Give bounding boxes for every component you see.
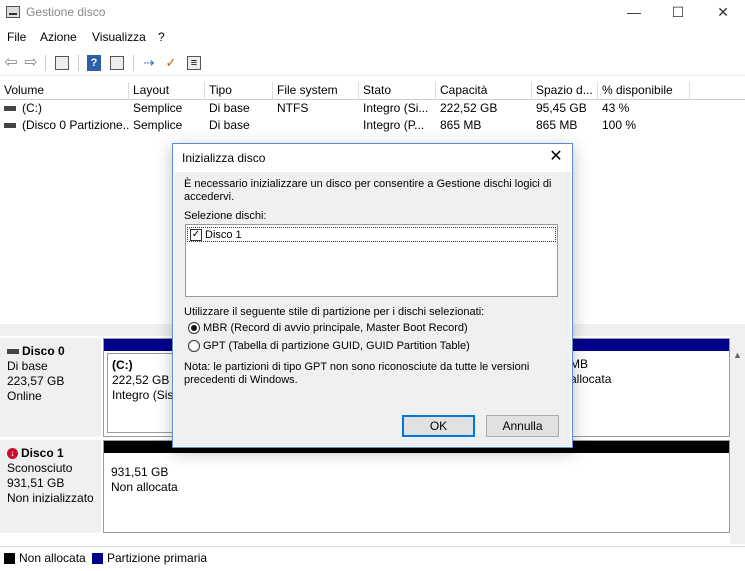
disk-icon: [7, 349, 19, 354]
column-header-volume[interactable]: Volume: [0, 82, 129, 100]
disk-status: Non inizializzato: [7, 491, 94, 505]
column-header-capacita[interactable]: Capacità: [436, 82, 532, 100]
volume-icon: [4, 123, 16, 129]
legend: Non allocata Partizione primaria: [0, 546, 745, 568]
disk-list: ✓ Disco 1: [185, 224, 558, 297]
list-item[interactable]: ✓ Disco 1: [187, 227, 556, 242]
disk-management-icon: [6, 6, 20, 18]
disk-type: Di base: [7, 359, 48, 373]
table-row[interactable]: (C:) Semplice Di base NTFS Integro (Si..…: [0, 100, 745, 117]
disk-info-0[interactable]: Disco 0 Di base 223,57 GB Online: [0, 338, 101, 437]
layout-cell: Semplice: [133, 118, 183, 132]
gpt-option[interactable]: GPT (Tabella di partizione GUID, GUID Pa…: [188, 340, 470, 352]
capacita-cell: 865 MB: [440, 118, 482, 132]
volume-icon: [4, 106, 16, 112]
toolbar-separator: [45, 55, 46, 71]
disk-error-icon: ↓: [7, 448, 18, 459]
partition-unallocated[interactable]: 931,51 GB Non allocata: [107, 461, 726, 529]
maximize-button[interactable]: ☐: [656, 0, 700, 26]
properties-icon[interactable]: [110, 56, 124, 70]
title-bar: Gestione disco — ☐ ✕: [0, 0, 745, 26]
disk-map-1: 931,51 GB Non allocata: [103, 440, 730, 533]
dialog-close-icon[interactable]: ✕: [538, 144, 574, 170]
spazio-cell: 865 MB: [536, 118, 578, 132]
toolbar-separator: [78, 55, 79, 71]
help-icon[interactable]: ?: [87, 55, 101, 71]
stato-cell: Integro (P...: [363, 118, 425, 132]
disk-name: Disco 0: [22, 344, 65, 358]
disk-status: Online: [7, 389, 42, 403]
menu-azione[interactable]: Azione: [40, 30, 77, 44]
file-system-cell: [273, 117, 359, 134]
table-row[interactable]: (Disco 0 Partizione... Semplice Di base …: [0, 117, 745, 134]
column-header-layout[interactable]: Layout: [129, 82, 205, 100]
volume-table-header: Volume Layout Tipo File system Stato Cap…: [0, 82, 745, 100]
minimize-button[interactable]: —: [612, 0, 656, 26]
stato-cell: Integro (Si...: [363, 101, 429, 115]
console-tree-icon[interactable]: [55, 56, 69, 70]
tipo-cell: Di base: [209, 101, 250, 115]
menu-help[interactable]: ?: [158, 30, 165, 44]
disk-checkbox[interactable]: ✓: [190, 228, 202, 241]
menu-file[interactable]: File: [7, 30, 26, 44]
column-header-stato[interactable]: Stato: [359, 82, 436, 100]
disk-name: Disco 1: [21, 446, 64, 460]
percent-cell: 100 %: [602, 118, 637, 132]
spazio-cell: 95,45 GB: [536, 101, 587, 115]
volume-cell: (C:): [0, 100, 129, 117]
initialize-disk-dialog: Inizializza disco ✕ È necessario inizial…: [172, 143, 573, 448]
partition-c[interactable]: (C:) 222,52 GB N Integro (Sist: [107, 353, 177, 433]
menu-bar: File Azione Visualizza ?: [0, 28, 745, 48]
legend-swatch: [4, 552, 15, 564]
forward-icon[interactable]: ⇨: [22, 54, 40, 72]
disk-info-1[interactable]: ↓ Disco 1 Sconosciuto 931,51 GB Non inizi…: [0, 440, 101, 533]
dialog-intro: È necessario inizializzare un disco per …: [184, 178, 552, 203]
back-icon[interactable]: ⇦: [2, 54, 20, 72]
disk-type: Sconosciuto: [7, 461, 73, 475]
window-title: Gestione disco: [26, 5, 106, 19]
column-header-tipo[interactable]: Tipo: [205, 82, 273, 100]
mbr-option[interactable]: MBR (Record di avvio principale, Master …: [188, 322, 468, 334]
connect-icon[interactable]: ⇢: [140, 54, 158, 72]
column-header-file-system[interactable]: File system: [273, 82, 359, 100]
check-icon[interactable]: ✓: [162, 54, 180, 72]
partition-style-label: Utilizzare il seguente stile di partizio…: [184, 306, 485, 318]
dialog-title: Inizializza disco: [182, 151, 266, 165]
layout-cell: Semplice: [133, 101, 183, 115]
percent-cell: 43 %: [602, 101, 630, 115]
mbr-radio[interactable]: [188, 322, 200, 334]
disk-size: 223,57 GB: [7, 374, 65, 388]
column-header-percent[interactable]: % disponibile: [598, 82, 690, 100]
legend-item-primary: Partizione primaria: [92, 551, 207, 565]
capacita-cell: 222,52 GB: [440, 101, 498, 115]
ok-button[interactable]: OK: [402, 415, 475, 437]
menu-visualizza[interactable]: Visualizza: [92, 30, 146, 44]
column-header-spazio[interactable]: Spazio d...: [532, 82, 598, 100]
gpt-note: Nota: le partizioni di tipo GPT non sono…: [184, 361, 530, 386]
toolbar: ⇦ ⇨ ? ⇢ ✓ ≡: [0, 50, 745, 76]
partition-recovery[interactable]: MB allocata: [566, 353, 660, 433]
tipo-cell: Di base: [209, 118, 250, 132]
cancel-button[interactable]: Annulla: [486, 415, 559, 437]
toolbar-separator: [133, 55, 134, 71]
disk-row-1: ↓ Disco 1 Sconosciuto 931,51 GB Non inizi…: [0, 440, 730, 533]
volume-cell: (Disco 0 Partizione...: [0, 117, 129, 134]
vertical-scrollbar[interactable]: ▲: [730, 336, 745, 544]
disk-size: 931,51 GB: [7, 476, 65, 490]
legend-item-unallocated: Non allocata: [4, 551, 86, 565]
dialog-body: È necessario inizializzare un disco per …: [174, 172, 571, 446]
select-disks-label: Selezione dischi:: [184, 210, 267, 222]
legend-swatch: [92, 552, 103, 564]
close-button[interactable]: ✕: [701, 0, 745, 26]
gpt-radio[interactable]: [188, 340, 200, 352]
rescan-icon[interactable]: ≡: [187, 56, 201, 70]
scroll-up-icon[interactable]: ▲: [733, 350, 742, 360]
file-system-cell: NTFS: [277, 101, 309, 115]
